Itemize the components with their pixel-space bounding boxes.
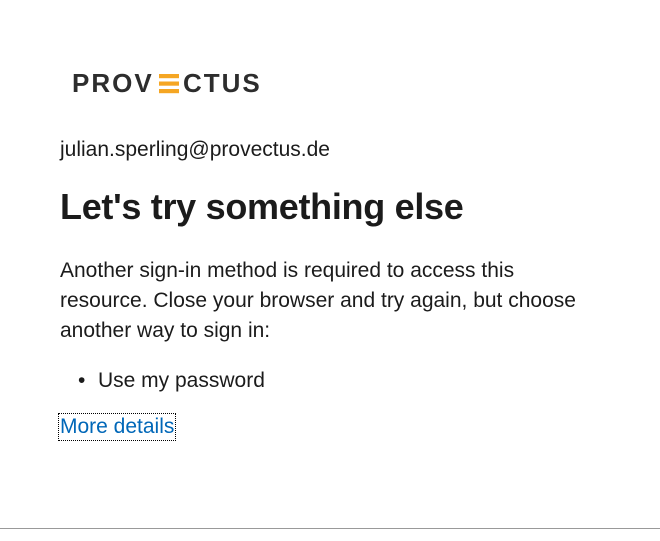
- more-details-link[interactable]: More details: [60, 415, 174, 439]
- provectus-logo: PROV CTUS: [72, 70, 600, 98]
- footer-divider: [0, 528, 660, 529]
- page-title: Let's try something else: [60, 186, 600, 228]
- svg-text:PROV: PROV: [72, 70, 154, 98]
- provectus-logo-svg: PROV CTUS: [72, 70, 292, 98]
- signin-options-list: Use my password: [78, 369, 600, 393]
- account-email: julian.sperling@provectus.de: [60, 138, 600, 162]
- svg-text:CTUS: CTUS: [183, 70, 262, 98]
- error-message: Another sign-in method is required to ac…: [60, 256, 580, 345]
- signin-error-panel: PROV CTUS julian.sperling@provectus.de L…: [0, 0, 660, 439]
- signin-option: Use my password: [78, 369, 600, 393]
